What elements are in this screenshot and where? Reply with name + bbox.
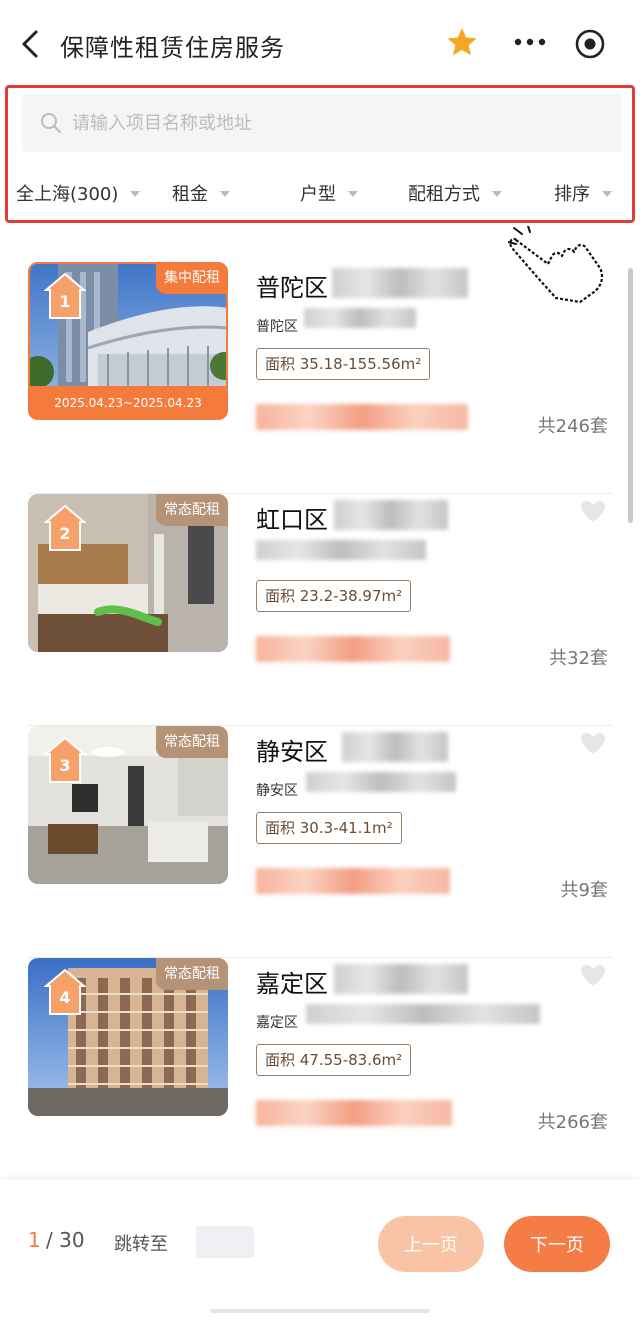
- listing-card[interactable]: 3 常态配租 静安区 静安区 面积 30.3-41.1m² 共9套: [0, 726, 640, 958]
- caret-down-icon: [602, 191, 612, 197]
- unit-count: 共32套: [549, 648, 608, 669]
- redacted-project-name: [334, 964, 468, 994]
- filter-row: 全上海(300) 租金 户型 配租方式 排序: [8, 180, 632, 220]
- close-miniprogram-icon[interactable]: [574, 28, 606, 60]
- next-page-button[interactable]: 下一页: [504, 1216, 610, 1272]
- redacted-project-name: [342, 732, 448, 762]
- filter-label: 全上海(300): [16, 184, 119, 205]
- filter-layout[interactable]: 户型: [300, 180, 358, 206]
- allocation-type-tag: 常态配租: [156, 958, 228, 990]
- listing-address-district: 静安区: [256, 783, 298, 799]
- favorite-heart-icon[interactable]: [580, 732, 606, 756]
- jump-to-label: 跳转至: [114, 1234, 168, 1255]
- pagination-bar: 1 / 30 跳转至 上一页 下一页: [0, 1180, 640, 1320]
- back-arrow-icon[interactable]: [18, 28, 46, 60]
- listing-district: 普陀区: [256, 274, 328, 302]
- listing-card[interactable]: 1 集中配租 2025.04.23~2025.04.23 普陀区 普陀区 面积 …: [0, 262, 640, 494]
- listing-district: 嘉定区: [256, 970, 328, 998]
- unit-count: 共246套: [537, 416, 608, 437]
- prev-page-button[interactable]: 上一页: [378, 1216, 484, 1272]
- page-title: 保障性租赁住房服务: [60, 34, 285, 62]
- caret-down-icon: [220, 191, 230, 197]
- redacted-rent: [256, 636, 450, 662]
- filter-region[interactable]: 全上海(300): [16, 180, 141, 206]
- listing-photo: 2 常态配租: [28, 494, 228, 652]
- area-range-tag: 面积 23.2-38.97m²: [256, 580, 412, 612]
- favorite-heart-icon[interactable]: [580, 500, 606, 524]
- listing-photo: 3 常态配租: [28, 726, 228, 884]
- search-input[interactable]: [72, 94, 592, 152]
- filter-rent[interactable]: 租金: [172, 180, 230, 206]
- filter-label: 租金: [172, 184, 208, 205]
- jump-page-input[interactable]: [196, 1226, 254, 1258]
- search-filter-panel: 全上海(300) 租金 户型 配租方式 排序: [5, 85, 635, 223]
- redacted-address: [256, 540, 426, 560]
- listing-photo: 1 集中配租 2025.04.23~2025.04.23: [28, 262, 228, 420]
- area-range-tag: 面积 30.3-41.1m²: [256, 812, 402, 844]
- redacted-project-name: [332, 268, 468, 298]
- caret-down-icon: [348, 191, 358, 197]
- listing-district: 静安区: [256, 738, 328, 766]
- unit-count: 共266套: [537, 1112, 608, 1133]
- caret-down-icon: [492, 191, 502, 197]
- total-pages: / 30: [46, 1228, 85, 1252]
- search-icon: [41, 113, 61, 133]
- allocation-type-tag: 常态配租: [156, 494, 228, 526]
- filter-label: 配租方式: [408, 184, 480, 205]
- allocation-type-tag: 常态配租: [156, 726, 228, 758]
- redacted-rent: [256, 404, 468, 430]
- rank-number: 4: [59, 988, 71, 1007]
- more-options-icon[interactable]: [512, 30, 548, 54]
- area-range-tag: 面积 47.55-83.6m²: [256, 1044, 412, 1076]
- area-range-tag: 面积 35.18-155.56m²: [256, 348, 431, 380]
- listing-card[interactable]: 2 常态配租 虹口区 面积 23.2-38.97m² 共32套: [0, 494, 640, 726]
- redacted-address: [306, 772, 456, 792]
- filter-label: 排序: [554, 184, 590, 205]
- redacted-project-name: [334, 500, 448, 530]
- redacted-rent: [256, 868, 450, 894]
- redacted-address: [306, 1004, 540, 1024]
- filter-sort[interactable]: 排序: [554, 180, 612, 206]
- listing-card[interactable]: 4 常态配租 嘉定区 嘉定区 面积 47.55-83.6m² 共266套: [0, 958, 640, 1190]
- filter-allocation-method[interactable]: 配租方式: [408, 180, 502, 206]
- search-bar[interactable]: [22, 94, 622, 152]
- filter-label: 户型: [300, 184, 336, 205]
- star-icon[interactable]: [446, 26, 478, 58]
- unit-count: 共9套: [560, 880, 608, 901]
- listing-district: 虹口区: [256, 506, 328, 534]
- redacted-rent: [256, 1100, 452, 1126]
- caret-down-icon: [130, 191, 141, 197]
- favorite-heart-icon[interactable]: [580, 964, 606, 988]
- current-page: 1: [28, 1228, 41, 1252]
- redacted-address: [304, 308, 416, 328]
- home-indicator: [210, 1309, 430, 1313]
- listing-address-district: 普陀区: [256, 319, 298, 335]
- listing-photo: 4 常态配租: [28, 958, 228, 1116]
- top-bar: 保障性租赁住房服务: [0, 0, 640, 88]
- rank-number: 2: [59, 524, 71, 543]
- rank-number: 3: [59, 756, 71, 775]
- listing-address-district: 嘉定区: [256, 1015, 298, 1031]
